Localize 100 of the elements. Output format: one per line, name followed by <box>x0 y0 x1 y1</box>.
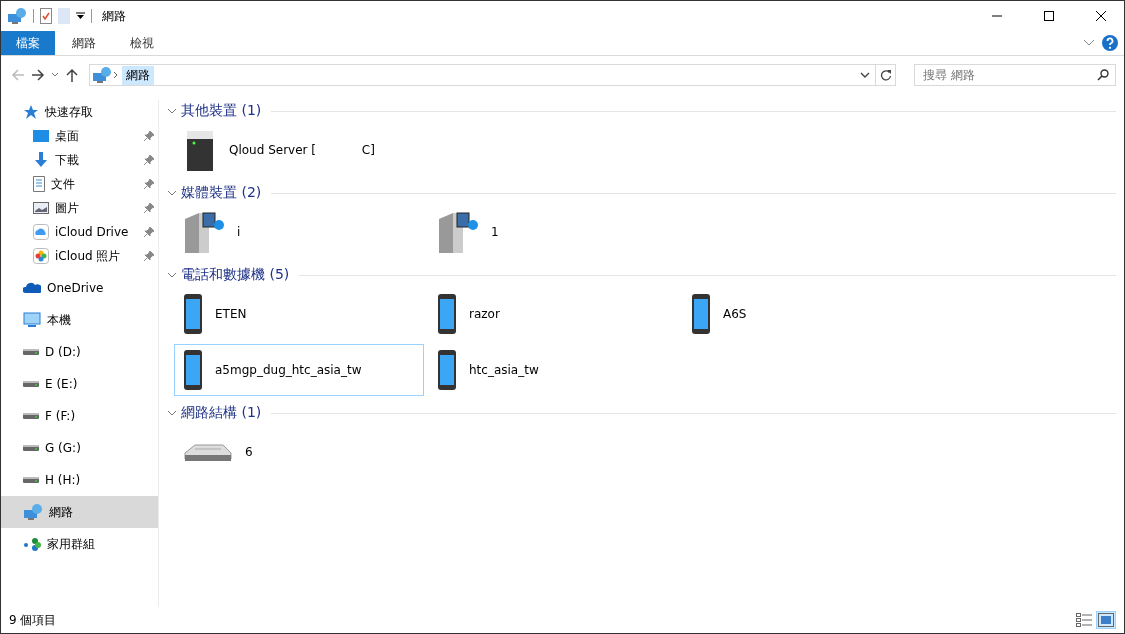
phone-icon <box>691 293 711 335</box>
device-item[interactable]: razor <box>428 288 678 340</box>
device-item[interactable]: ETEN <box>174 288 424 340</box>
download-icon <box>33 152 49 168</box>
refresh-icon <box>879 69 892 81</box>
chevron-icon <box>860 72 870 78</box>
group-heading: 網路結構 (1) <box>181 404 262 422</box>
device-name: 6 <box>245 445 253 459</box>
collapse-button[interactable] <box>167 408 177 418</box>
chevron-icon <box>167 270 177 280</box>
nav-item[interactable]: 快速存取 <box>1 100 158 124</box>
device-name: A6S <box>723 307 747 321</box>
nav-item[interactable]: OneDrive <box>1 272 158 304</box>
address-bar[interactable]: 網路 <box>89 64 896 86</box>
phone-icon <box>183 293 203 335</box>
checklist-icon <box>40 8 52 24</box>
back-arrow-icon <box>11 68 25 82</box>
ribbon-tab[interactable]: 網路 <box>55 31 113 55</box>
nav-item[interactable]: D (D:) <box>1 336 158 368</box>
chevron-icon <box>1084 40 1094 46</box>
drive-icon <box>23 348 39 356</box>
device-name: i <box>237 225 241 239</box>
caret-icon <box>76 12 85 20</box>
item-count: 9 個項目 <box>9 611 58 629</box>
up-arrow-icon <box>65 68 79 82</box>
nav-item-label: G (G:) <box>45 441 82 455</box>
breadcrumb[interactable]: 網路 <box>122 65 154 85</box>
media-device-icon <box>183 209 225 255</box>
network-icon <box>92 66 112 84</box>
nav-item[interactable]: 下載 <box>1 148 158 172</box>
nav-item[interactable]: H (H:) <box>1 464 158 496</box>
star-icon <box>23 104 39 120</box>
nav-item-label: 下載 <box>55 151 80 169</box>
device-item[interactable]: i <box>174 206 424 258</box>
chevron-icon <box>167 106 177 116</box>
properties-button[interactable] <box>40 8 52 24</box>
document-icon <box>33 176 45 192</box>
group-heading: 電話和數據機 (5) <box>181 266 290 284</box>
forward-button[interactable] <box>31 68 45 82</box>
device-name: htc_asia_tw <box>469 363 539 377</box>
details-view-button[interactable] <box>1074 611 1094 629</box>
file-menu-button[interactable]: 檔案 <box>1 31 55 55</box>
large-icons-view-button[interactable] <box>1096 611 1116 629</box>
picture-icon <box>33 202 49 214</box>
nav-item[interactable]: 桌面 <box>1 124 158 148</box>
nav-item[interactable]: 本機 <box>1 304 158 336</box>
drive-icon <box>23 412 39 420</box>
flower-icon <box>33 248 49 264</box>
device-item[interactable]: htc_asia_tw <box>428 344 678 396</box>
device-item[interactable]: A6S <box>682 288 932 340</box>
drive-icon <box>23 476 39 484</box>
collapse-button[interactable] <box>167 106 177 116</box>
help-button[interactable] <box>1102 35 1118 51</box>
nav-item[interactable]: 家用群組 <box>1 528 158 560</box>
nav-item[interactable]: 網路 <box>1 496 158 528</box>
page-icon <box>58 8 70 24</box>
device-item[interactable]: Qloud Server [ C] <box>174 124 424 176</box>
drive-icon <box>23 444 39 452</box>
device-name: razor <box>469 307 500 321</box>
network-icon <box>7 7 27 25</box>
device-item[interactable]: a5mgp_dug_htc_asia_tw <box>174 344 424 396</box>
forward-arrow-icon <box>31 68 45 82</box>
nav-item[interactable]: F (F:) <box>1 400 158 432</box>
nav-item-label: D (D:) <box>45 345 82 359</box>
cloud-icon <box>33 224 49 240</box>
nav-item-label: OneDrive <box>47 281 105 295</box>
search-icon <box>1097 69 1109 81</box>
customize-button[interactable] <box>76 12 85 20</box>
nav-item[interactable]: 圖片 <box>1 196 158 220</box>
device-item[interactable]: 1 <box>428 206 678 258</box>
nav-item-label: 圖片 <box>55 199 80 217</box>
help-icon <box>1102 35 1118 51</box>
nav-item[interactable]: E (E:) <box>1 368 158 400</box>
nav-item-label: 網路 <box>49 503 74 521</box>
ribbon-tab[interactable]: 檢視 <box>113 31 171 55</box>
media-device-icon <box>437 209 479 255</box>
chevron-icon <box>167 408 177 418</box>
nav-item-label: 桌面 <box>55 127 80 145</box>
nav-item-label: 快速存取 <box>45 103 94 121</box>
phone-icon <box>437 349 457 391</box>
nav-item[interactable]: iCloud Drive <box>1 220 158 244</box>
nav-item[interactable]: 文件 <box>1 172 158 196</box>
device-item[interactable]: 6 <box>174 426 424 478</box>
collapse-button[interactable] <box>167 270 177 280</box>
phone-icon <box>183 349 203 391</box>
up-button[interactable] <box>65 68 79 82</box>
expand-ribbon-button[interactable] <box>1084 40 1094 46</box>
nav-item[interactable]: iCloud 照片 <box>1 244 158 268</box>
device-name: ETEN <box>215 307 247 321</box>
router-icon <box>183 441 233 463</box>
chevron-icon <box>167 188 177 198</box>
nav-item-label: H (H:) <box>45 473 82 487</box>
homegroup-icon <box>23 537 41 551</box>
nav-item[interactable]: G (G:) <box>1 432 158 464</box>
group-heading: 媒體裝置 (2) <box>181 184 262 202</box>
nav-item-label: iCloud Drive <box>55 225 130 239</box>
search-field[interactable]: 搜尋 網路 <box>914 64 1116 86</box>
nav-item-label: iCloud 照片 <box>55 247 122 265</box>
device-name: Qloud Server [ C] <box>229 143 375 157</box>
collapse-button[interactable] <box>167 188 177 198</box>
